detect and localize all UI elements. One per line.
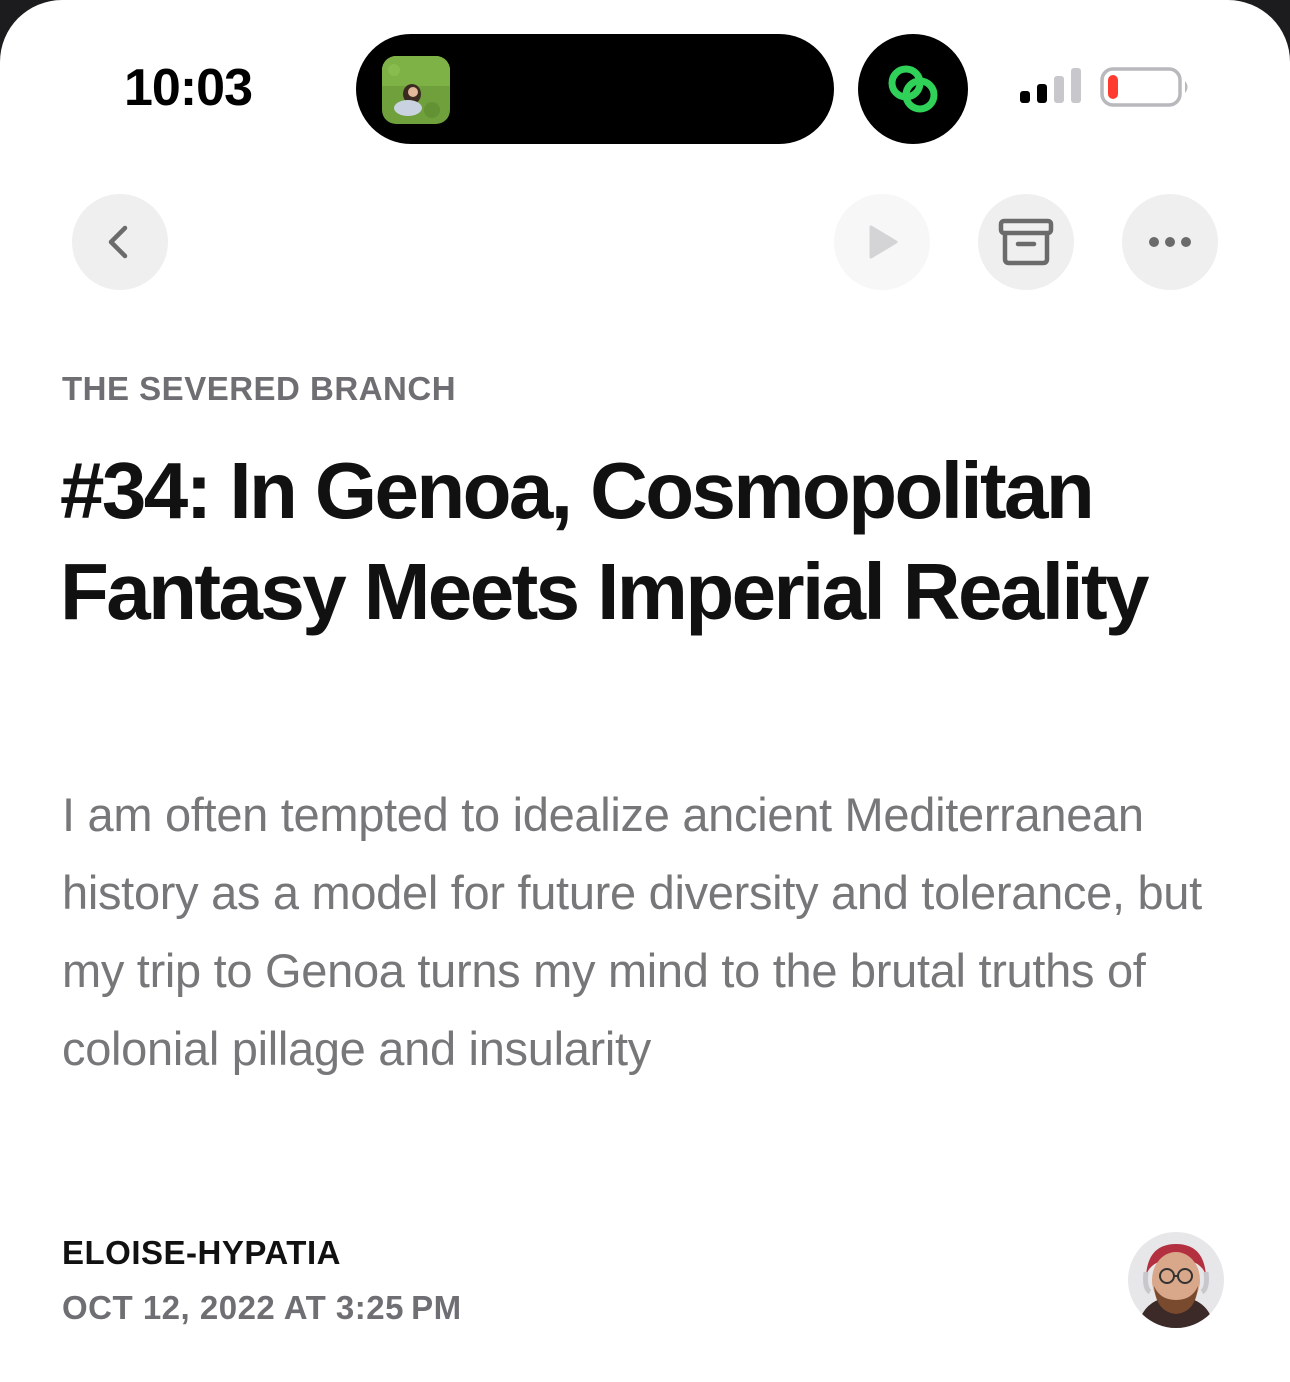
play-icon xyxy=(869,225,898,259)
article-screen: 10:03 THE SEVERED BRANCH #34: In Genoa, … xyxy=(0,0,1290,1382)
article-title: #34: In Genoa, Cosmopolitan Fantasy Meet… xyxy=(60,446,1150,636)
archive-box-icon xyxy=(998,218,1054,266)
cellular-signal-icon xyxy=(1020,68,1081,103)
archive-button[interactable] xyxy=(978,194,1074,290)
status-time: 10:03 xyxy=(124,59,253,117)
now-playing-thumbnail[interactable] xyxy=(382,56,450,124)
publish-date: OCT 12, 2022 AT 3:25 PM xyxy=(62,1289,462,1326)
battery-icon xyxy=(1100,67,1188,107)
more-options-button[interactable] xyxy=(1122,194,1218,290)
author-avatar[interactable] xyxy=(1128,1232,1224,1328)
play-audio-button[interactable] xyxy=(834,194,930,290)
ellipsis-icon xyxy=(1149,237,1191,247)
dynamic-island[interactable] xyxy=(356,34,834,144)
article-subtitle: I am often tempted to idealize ancient M… xyxy=(62,788,1202,1075)
author-name[interactable]: ELOISE-HYPATIA xyxy=(62,1234,341,1272)
activity-indicator[interactable] xyxy=(858,34,968,144)
link-icon xyxy=(888,65,938,113)
publication-name[interactable]: THE SEVERED BRANCH xyxy=(62,370,456,408)
back-button[interactable] xyxy=(72,194,168,290)
chevron-left-icon xyxy=(108,225,128,259)
